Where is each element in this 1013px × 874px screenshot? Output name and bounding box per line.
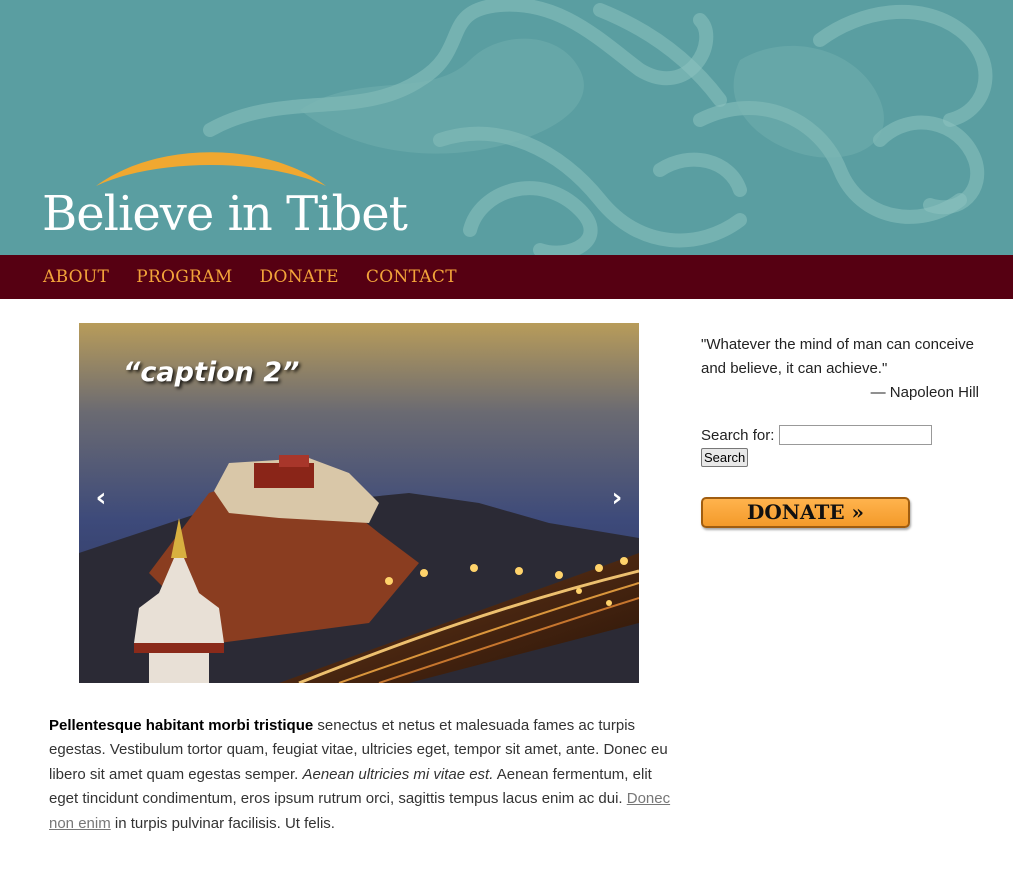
intro-bold-lead: Pellentesque habitant morbi tristique xyxy=(49,717,314,734)
nav-item-donate[interactable]: DONATE xyxy=(260,267,339,287)
nav-item-contact[interactable]: CONTACT xyxy=(366,267,457,287)
intro-italic: Aenean ultricies mi vitae est. xyxy=(302,765,494,783)
header-banner: Believe in Tibet xyxy=(0,0,1013,255)
slider-next-arrow-icon[interactable]: › xyxy=(602,483,632,513)
slide-caption: “caption 2” xyxy=(123,357,300,388)
search-button[interactable]: Search xyxy=(701,448,749,467)
quote-author: — Napoleon Hill xyxy=(870,384,979,401)
search-form: Search for: xyxy=(701,425,991,445)
main-navigation: ABOUT PROGRAM DONATE CONTACT xyxy=(0,255,1013,299)
intro-text-3: in turpis pulvinar facilisis. Ut felis. xyxy=(110,814,335,832)
logo-arc-icon xyxy=(96,152,326,186)
nav-item-program[interactable]: PROGRAM xyxy=(136,267,232,287)
intro-paragraph: Pellentesque habitant morbi tristique se… xyxy=(49,714,674,836)
logo-text: Believe in Tibet xyxy=(42,186,408,242)
site-logo[interactable]: Believe in Tibet xyxy=(40,146,408,246)
image-slider[interactable]: “caption 2” ‹ › xyxy=(79,323,639,683)
quote-text: "Whatever the mind of man can conceive a… xyxy=(701,336,974,377)
sidebar: "Whatever the mind of man can conceive a… xyxy=(701,333,991,528)
search-label: Search for: xyxy=(701,426,775,444)
search-input[interactable] xyxy=(779,425,933,445)
slider-prev-arrow-icon[interactable]: ‹ xyxy=(86,483,116,513)
nav-item-about[interactable]: ABOUT xyxy=(43,267,109,287)
donate-button[interactable]: DONATE » xyxy=(701,497,910,528)
